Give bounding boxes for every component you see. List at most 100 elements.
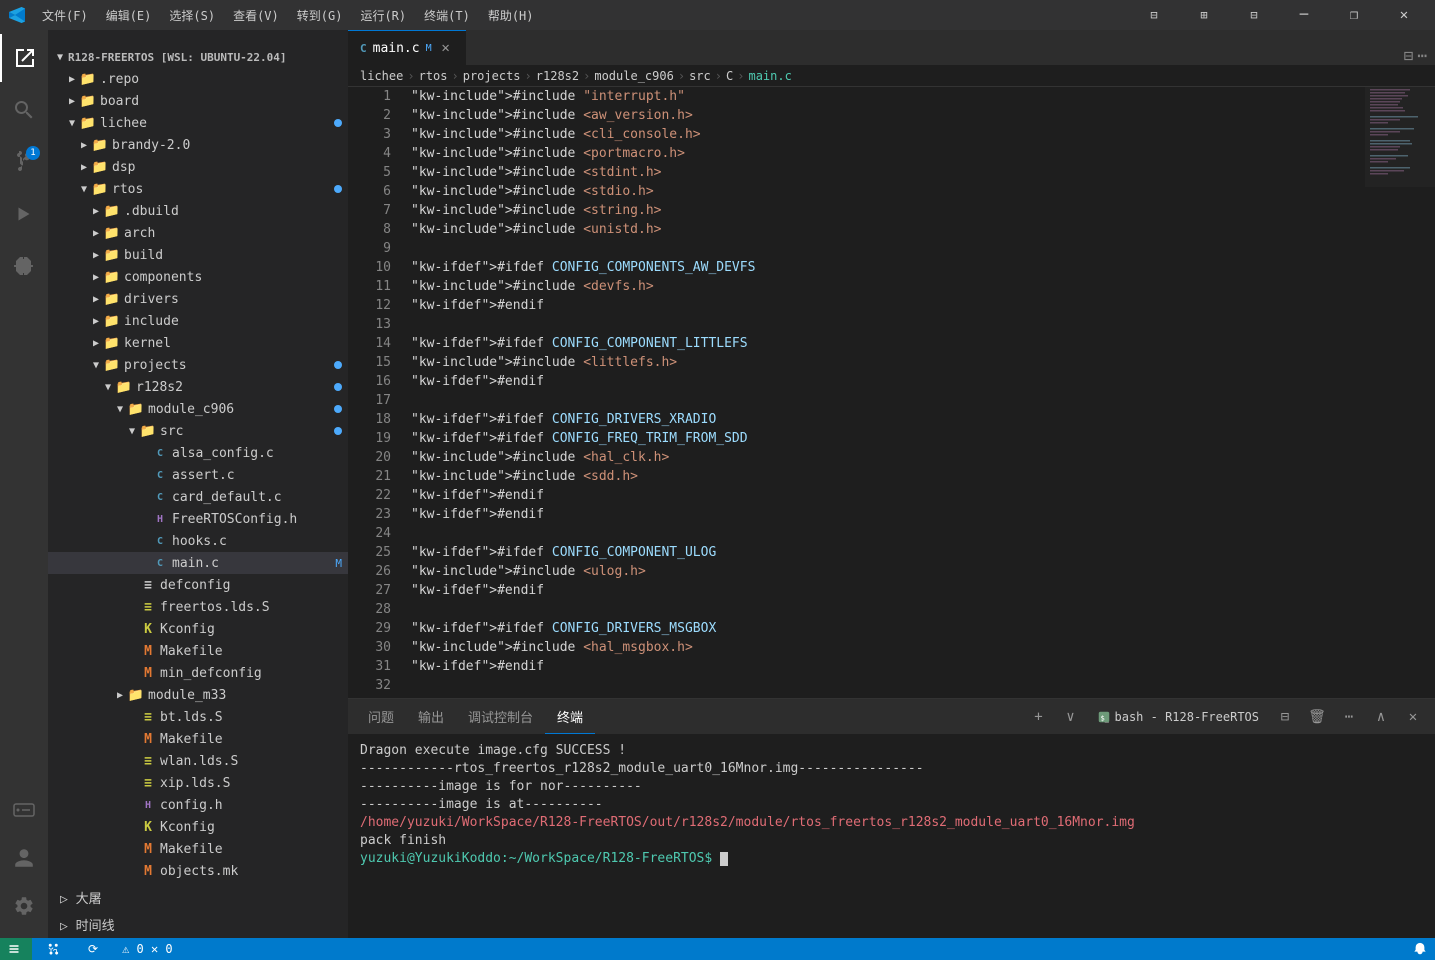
tree-item-card_default[interactable]: Ccard_default.c	[48, 486, 348, 508]
menu-item[interactable]: 帮助(H)	[480, 5, 542, 26]
indentation-status[interactable]	[1341, 938, 1357, 960]
tree-item-components[interactable]: ▶📁components	[48, 266, 348, 288]
tree-item-alsa[interactable]: Calsa_config.c	[48, 442, 348, 464]
tree-item-objects_mk[interactable]: Mobjects.mk	[48, 860, 348, 882]
terminal-chevron-icon[interactable]: ∨	[1057, 703, 1085, 731]
menu-item[interactable]: 运行(R)	[352, 5, 414, 26]
more-icon[interactable]: ⊟	[1231, 0, 1277, 30]
breadcrumb-item[interactable]: lichee	[360, 69, 403, 83]
tree-item-main_c[interactable]: Cmain.cM	[48, 552, 348, 574]
tree-item-defconfig[interactable]: ≡defconfig	[48, 574, 348, 596]
language-status[interactable]	[1389, 938, 1405, 960]
menu-item[interactable]: 转到(G)	[289, 5, 351, 26]
breadcrumb-item[interactable]: C	[726, 69, 733, 83]
sync-status[interactable]: ⟳	[80, 938, 106, 960]
tree-item-bt_lds[interactable]: ≡bt.lds.S	[48, 706, 348, 728]
tree-item-dsp[interactable]: ▶📁dsp	[48, 156, 348, 178]
breadcrumb-item[interactable]: main.c	[748, 69, 791, 83]
tree-item-lichee[interactable]: ▼📁lichee	[48, 112, 348, 134]
menu-item[interactable]: 文件(F)	[34, 5, 96, 26]
tree-item-arch[interactable]: ▶📁arch	[48, 222, 348, 244]
explorer-activity-icon[interactable]	[0, 34, 48, 82]
cursor-position-status[interactable]	[1325, 938, 1341, 960]
tree-item-kconfig2[interactable]: KKconfig	[48, 816, 348, 838]
tree-item-rtos[interactable]: ▼📁rtos	[48, 178, 348, 200]
split-icon[interactable]: ⊞	[1181, 0, 1227, 30]
tree-item-assert[interactable]: Cassert.c	[48, 464, 348, 486]
minimize-button[interactable]: ─	[1281, 0, 1327, 30]
close-button[interactable]: ✕	[1381, 0, 1427, 30]
account-activity-icon[interactable]	[0, 834, 48, 882]
menu-item[interactable]: 查看(V)	[225, 5, 287, 26]
tree-item-makefile3[interactable]: MMakefile	[48, 838, 348, 860]
wsl-status[interactable]	[0, 938, 32, 960]
line-ending-status[interactable]	[1373, 938, 1389, 960]
source-control-activity-icon[interactable]: 1	[0, 138, 48, 186]
c-file-icon: C	[152, 445, 168, 461]
terminal-close-button[interactable]: ✕	[1399, 703, 1427, 731]
terminal-tab-终端[interactable]: 终端	[545, 699, 595, 734]
tab-main-c[interactable]: C main.c M ✕	[348, 30, 466, 65]
menu-item[interactable]: 编辑(E)	[98, 5, 160, 26]
tree-item-r128s2[interactable]: ▼📁r128s2	[48, 376, 348, 398]
tree-item-hooks[interactable]: Chooks.c	[48, 530, 348, 552]
timeline-section[interactable]: ▷ 时间线	[48, 911, 348, 938]
tree-item-build[interactable]: ▶📁build	[48, 244, 348, 266]
terminal-content[interactable]: Dragon execute image.cfg SUCCESS !------…	[348, 734, 1435, 938]
breadcrumb-item[interactable]: src	[689, 69, 711, 83]
tab-close-button[interactable]: ✕	[438, 40, 454, 56]
terminal-tab-问题[interactable]: 问题	[356, 699, 406, 734]
tree-item-config_h[interactable]: Hconfig.h	[48, 794, 348, 816]
menu-item[interactable]: 选择(S)	[161, 5, 223, 26]
breadcrumb-item[interactable]: r128s2	[536, 69, 579, 83]
code-line: "kw-include">#include <stdio.h>	[411, 182, 1365, 201]
tree-item-xip_lds[interactable]: ≡xip.lds.S	[48, 772, 348, 794]
tree-item-brandy[interactable]: ▶📁brandy-2.0	[48, 134, 348, 156]
tree-item-makefile[interactable]: MMakefile	[48, 640, 348, 662]
notifications-button[interactable]	[1405, 938, 1435, 960]
tree-item-wlan_lds[interactable]: ≡wlan.lds.S	[48, 750, 348, 772]
terminal-line: yuzuki@YuzukiKoddo:~/WorkSpace/R128-Free…	[360, 850, 1423, 868]
tree-item-dbuild[interactable]: ▶📁.dbuild	[48, 200, 348, 222]
settings-activity-icon[interactable]	[0, 882, 48, 930]
tree-item-makefile2[interactable]: MMakefile	[48, 728, 348, 750]
tree-item-repo[interactable]: ▶📁.repo	[48, 68, 348, 90]
tree-item-freertos_config[interactable]: HFreeRTOSConfig.h	[48, 508, 348, 530]
tree-item-projects[interactable]: ▼📁projects	[48, 354, 348, 376]
terminal-maximize-button[interactable]: ∧	[1367, 703, 1395, 731]
run-activity-icon[interactable]	[0, 190, 48, 238]
breadcrumb-item[interactable]: projects	[463, 69, 521, 83]
terminal-tab-输出[interactable]: 输出	[406, 699, 456, 734]
remote-activity-icon[interactable]	[0, 786, 48, 834]
tree-item-board[interactable]: ▶📁board	[48, 90, 348, 112]
menu-item[interactable]: 终端(T)	[416, 5, 478, 26]
tree-item-kconfig[interactable]: KKconfig	[48, 618, 348, 640]
delete-terminal-button[interactable]: 🗑	[1303, 703, 1331, 731]
breadcrumb-item[interactable]: module_c906	[594, 69, 673, 83]
restore-button[interactable]: ❐	[1331, 0, 1377, 30]
code-content[interactable]: "kw-include">#include "interrupt.h""kw-i…	[403, 87, 1365, 698]
tree-item-drivers[interactable]: ▶📁drivers	[48, 288, 348, 310]
tree-item-freertos_lds[interactable]: ≡freertos.lds.S	[48, 596, 348, 618]
more-actions-icon[interactable]: ⋯	[1417, 46, 1427, 65]
extensions-activity-icon[interactable]	[0, 242, 48, 290]
tree-item-module_m33[interactable]: ▶📁module_m33	[48, 684, 348, 706]
tree-item-r128[interactable]: ▼R128-FREERTOS [WSL: UBUNTU-22.04]	[48, 46, 348, 68]
split-terminal-button[interactable]: ⊟	[1271, 703, 1299, 731]
git-branch-status[interactable]	[40, 938, 72, 960]
errors-status[interactable]: ⚠ 0 ✕ 0	[114, 938, 181, 960]
tree-item-min_defconfig[interactable]: Mmin_defconfig	[48, 662, 348, 684]
terminal-tab-调试控制台[interactable]: 调试控制台	[456, 699, 545, 734]
large-outline-section[interactable]: ▷ 大屠	[48, 884, 348, 911]
encoding-status[interactable]	[1357, 938, 1373, 960]
search-activity-icon[interactable]	[0, 86, 48, 134]
layout-icon[interactable]: ⊟	[1131, 0, 1177, 30]
tree-item-module_c906[interactable]: ▼📁module_c906	[48, 398, 348, 420]
tree-item-include[interactable]: ▶📁include	[48, 310, 348, 332]
tree-item-src[interactable]: ▼📁src	[48, 420, 348, 442]
breadcrumb-item[interactable]: rtos	[419, 69, 448, 83]
split-editor-icon[interactable]: ⊟	[1404, 46, 1414, 65]
tree-item-kernel[interactable]: ▶📁kernel	[48, 332, 348, 354]
add-terminal-button[interactable]: +	[1025, 703, 1053, 731]
terminal-more-button[interactable]: ⋯	[1335, 703, 1363, 731]
